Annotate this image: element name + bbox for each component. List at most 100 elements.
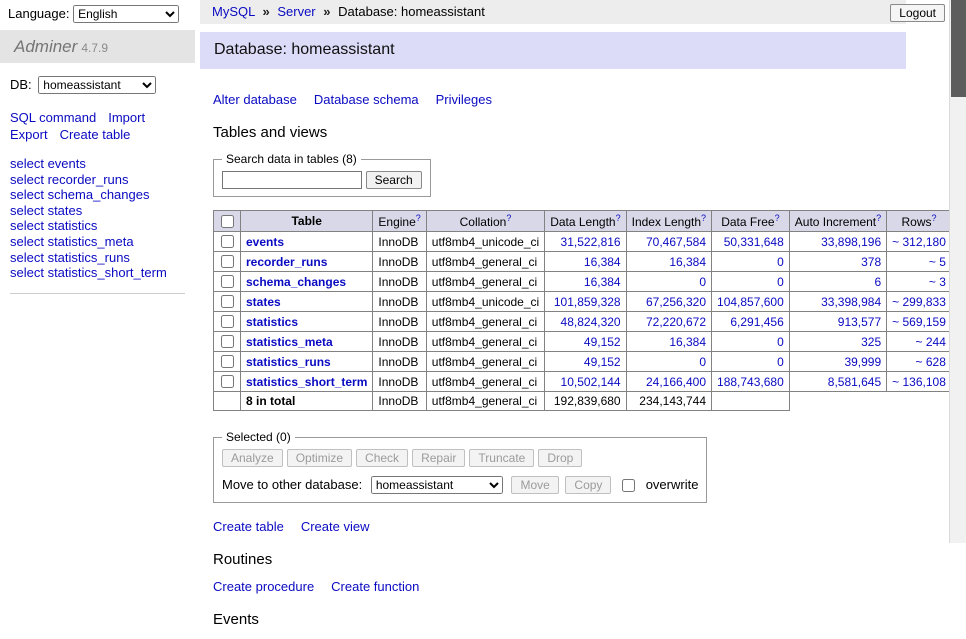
create-link-create-table[interactable]: Create table (213, 519, 284, 534)
value-link-data-length[interactable]: 49,152 (584, 355, 621, 369)
value-link-rows-approx[interactable]: ~ 3 (929, 275, 946, 289)
routine-link-create-function[interactable]: Create function (331, 579, 419, 594)
value-link-data-length[interactable]: 101,859,328 (554, 295, 621, 309)
table-name-link-states[interactable]: states (246, 295, 281, 309)
table-name-link-recorder-runs[interactable]: recorder_runs (246, 255, 327, 269)
value-link-auto-increment[interactable]: 325 (861, 335, 881, 349)
sidebar-table-link-events[interactable]: select events (10, 156, 86, 171)
select-all-checkbox[interactable] (221, 215, 234, 228)
value-link-data-free[interactable]: 0 (777, 335, 784, 349)
value-link-data-free[interactable]: 50,331,648 (724, 235, 784, 249)
overwrite-label[interactable]: overwrite (646, 477, 699, 492)
value-link-auto-increment[interactable]: 33,398,984 (821, 295, 881, 309)
row-checkbox-statistics-meta[interactable] (221, 335, 234, 348)
sidebar-table-link-statistics-runs[interactable]: select statistics_runs (10, 250, 130, 265)
row-checkbox-events[interactable] (221, 235, 234, 248)
value-link-index-length[interactable]: 70,467,584 (646, 235, 706, 249)
row-checkbox-recorder-runs[interactable] (221, 255, 234, 268)
table-name-link-events[interactable]: events (246, 235, 284, 249)
copy-button[interactable]: Copy (565, 476, 611, 494)
sidebar-link-import[interactable]: Import (108, 110, 145, 125)
create-link-create-view[interactable]: Create view (301, 519, 370, 534)
language-select[interactable]: English (73, 5, 179, 23)
value-link-data-free[interactable]: 0 (777, 255, 784, 269)
table-name-link-statistics-meta[interactable]: statistics_meta (246, 335, 333, 349)
row-checkbox-states[interactable] (221, 295, 234, 308)
value-link-auto-increment[interactable]: 8,581,645 (828, 375, 881, 389)
sidebar-table-link-recorder-runs[interactable]: select recorder_runs (10, 172, 129, 187)
value-link-auto-increment[interactable]: 6 (874, 275, 881, 289)
value-link-index-length[interactable]: 16,384 (669, 335, 706, 349)
help-icon[interactable]: ? (876, 213, 881, 223)
help-icon[interactable]: ? (775, 213, 780, 223)
value-link-index-length[interactable]: 0 (699, 355, 706, 369)
value-link-data-free[interactable]: 0 (777, 275, 784, 289)
scrollbar-thumb[interactable] (951, 0, 966, 97)
value-link-index-length[interactable]: 0 (699, 275, 706, 289)
sidebar-link-export[interactable]: Export (10, 127, 48, 142)
db-select[interactable]: homeassistant (38, 76, 156, 94)
move-button[interactable]: Move (511, 476, 558, 494)
value-link-rows-approx[interactable]: ~ 244 (916, 335, 946, 349)
search-input[interactable] (222, 171, 362, 189)
help-icon[interactable]: ? (416, 213, 421, 223)
value-link-data-free[interactable]: 104,857,600 (717, 295, 784, 309)
value-link-auto-increment[interactable]: 39,999 (844, 355, 881, 369)
search-button[interactable]: Search (366, 171, 422, 189)
analyze-button[interactable]: Analyze (222, 449, 283, 467)
sidebar-table-link-statistics-meta[interactable]: select statistics_meta (10, 234, 134, 249)
value-link-rows-approx[interactable]: ~ 312,180 (892, 235, 946, 249)
drop-button[interactable]: Drop (538, 449, 582, 467)
check-button[interactable]: Check (356, 449, 408, 467)
action-link-database-schema[interactable]: Database schema (314, 92, 419, 107)
value-link-data-free[interactable]: 0 (777, 355, 784, 369)
value-link-data-free[interactable]: 6,291,456 (730, 315, 783, 329)
row-checkbox-statistics-short-term[interactable] (221, 375, 234, 388)
sidebar-link-create-table[interactable]: Create table (60, 127, 131, 142)
breadcrumb-link-server[interactable]: Server (277, 4, 315, 19)
value-link-data-length[interactable]: 31,522,816 (561, 235, 621, 249)
value-link-index-length[interactable]: 72,220,672 (646, 315, 706, 329)
optimize-button[interactable]: Optimize (287, 449, 352, 467)
action-link-alter-database[interactable]: Alter database (213, 92, 297, 107)
value-link-data-length[interactable]: 10,502,144 (561, 375, 621, 389)
value-link-auto-increment[interactable]: 378 (861, 255, 881, 269)
table-name-link-statistics-short-term[interactable]: statistics_short_term (246, 375, 367, 389)
help-icon[interactable]: ? (932, 213, 937, 223)
move-database-select[interactable]: homeassistant (371, 476, 503, 494)
value-link-rows-approx[interactable]: ~ 5 (929, 255, 946, 269)
logout-button[interactable]: Logout (890, 4, 945, 22)
sidebar-table-link-statistics[interactable]: select statistics (10, 218, 97, 233)
value-link-index-length[interactable]: 24,166,400 (646, 375, 706, 389)
help-icon[interactable]: ? (701, 213, 706, 223)
help-icon[interactable]: ? (616, 213, 621, 223)
repair-button[interactable]: Repair (412, 449, 465, 467)
value-link-rows-approx[interactable]: ~ 299,833 (892, 295, 946, 309)
value-link-index-length[interactable]: 67,256,320 (646, 295, 706, 309)
row-checkbox-statistics-runs[interactable] (221, 355, 234, 368)
row-checkbox-statistics[interactable] (221, 315, 234, 328)
sidebar-table-link-states[interactable]: select states (10, 203, 82, 218)
value-link-data-length[interactable]: 16,384 (584, 255, 621, 269)
breadcrumb-link-mysql[interactable]: MySQL (212, 4, 255, 19)
value-link-auto-increment[interactable]: 33,898,196 (821, 235, 881, 249)
table-name-link-statistics-runs[interactable]: statistics_runs (246, 355, 331, 369)
sidebar-table-link-schema-changes[interactable]: select schema_changes (10, 187, 149, 202)
row-checkbox-schema-changes[interactable] (221, 275, 234, 288)
help-icon[interactable]: ? (506, 213, 511, 223)
value-link-auto-increment[interactable]: 913,577 (838, 315, 881, 329)
value-link-rows-approx[interactable]: ~ 569,159 (892, 315, 946, 329)
sidebar-link-sql-command[interactable]: SQL command (10, 110, 96, 125)
table-name-link-statistics[interactable]: statistics (246, 315, 298, 329)
action-link-privileges[interactable]: Privileges (436, 92, 492, 107)
value-link-rows-approx[interactable]: ~ 628 (916, 355, 946, 369)
value-link-data-length[interactable]: 16,384 (584, 275, 621, 289)
vertical-scrollbar[interactable] (949, 0, 966, 543)
value-link-data-length[interactable]: 49,152 (584, 335, 621, 349)
truncate-button[interactable]: Truncate (469, 449, 534, 467)
value-link-data-free[interactable]: 188,743,680 (717, 375, 784, 389)
routine-link-create-procedure[interactable]: Create procedure (213, 579, 314, 594)
value-link-index-length[interactable]: 16,384 (669, 255, 706, 269)
overwrite-checkbox[interactable] (622, 479, 635, 492)
table-name-link-schema-changes[interactable]: schema_changes (246, 275, 346, 289)
